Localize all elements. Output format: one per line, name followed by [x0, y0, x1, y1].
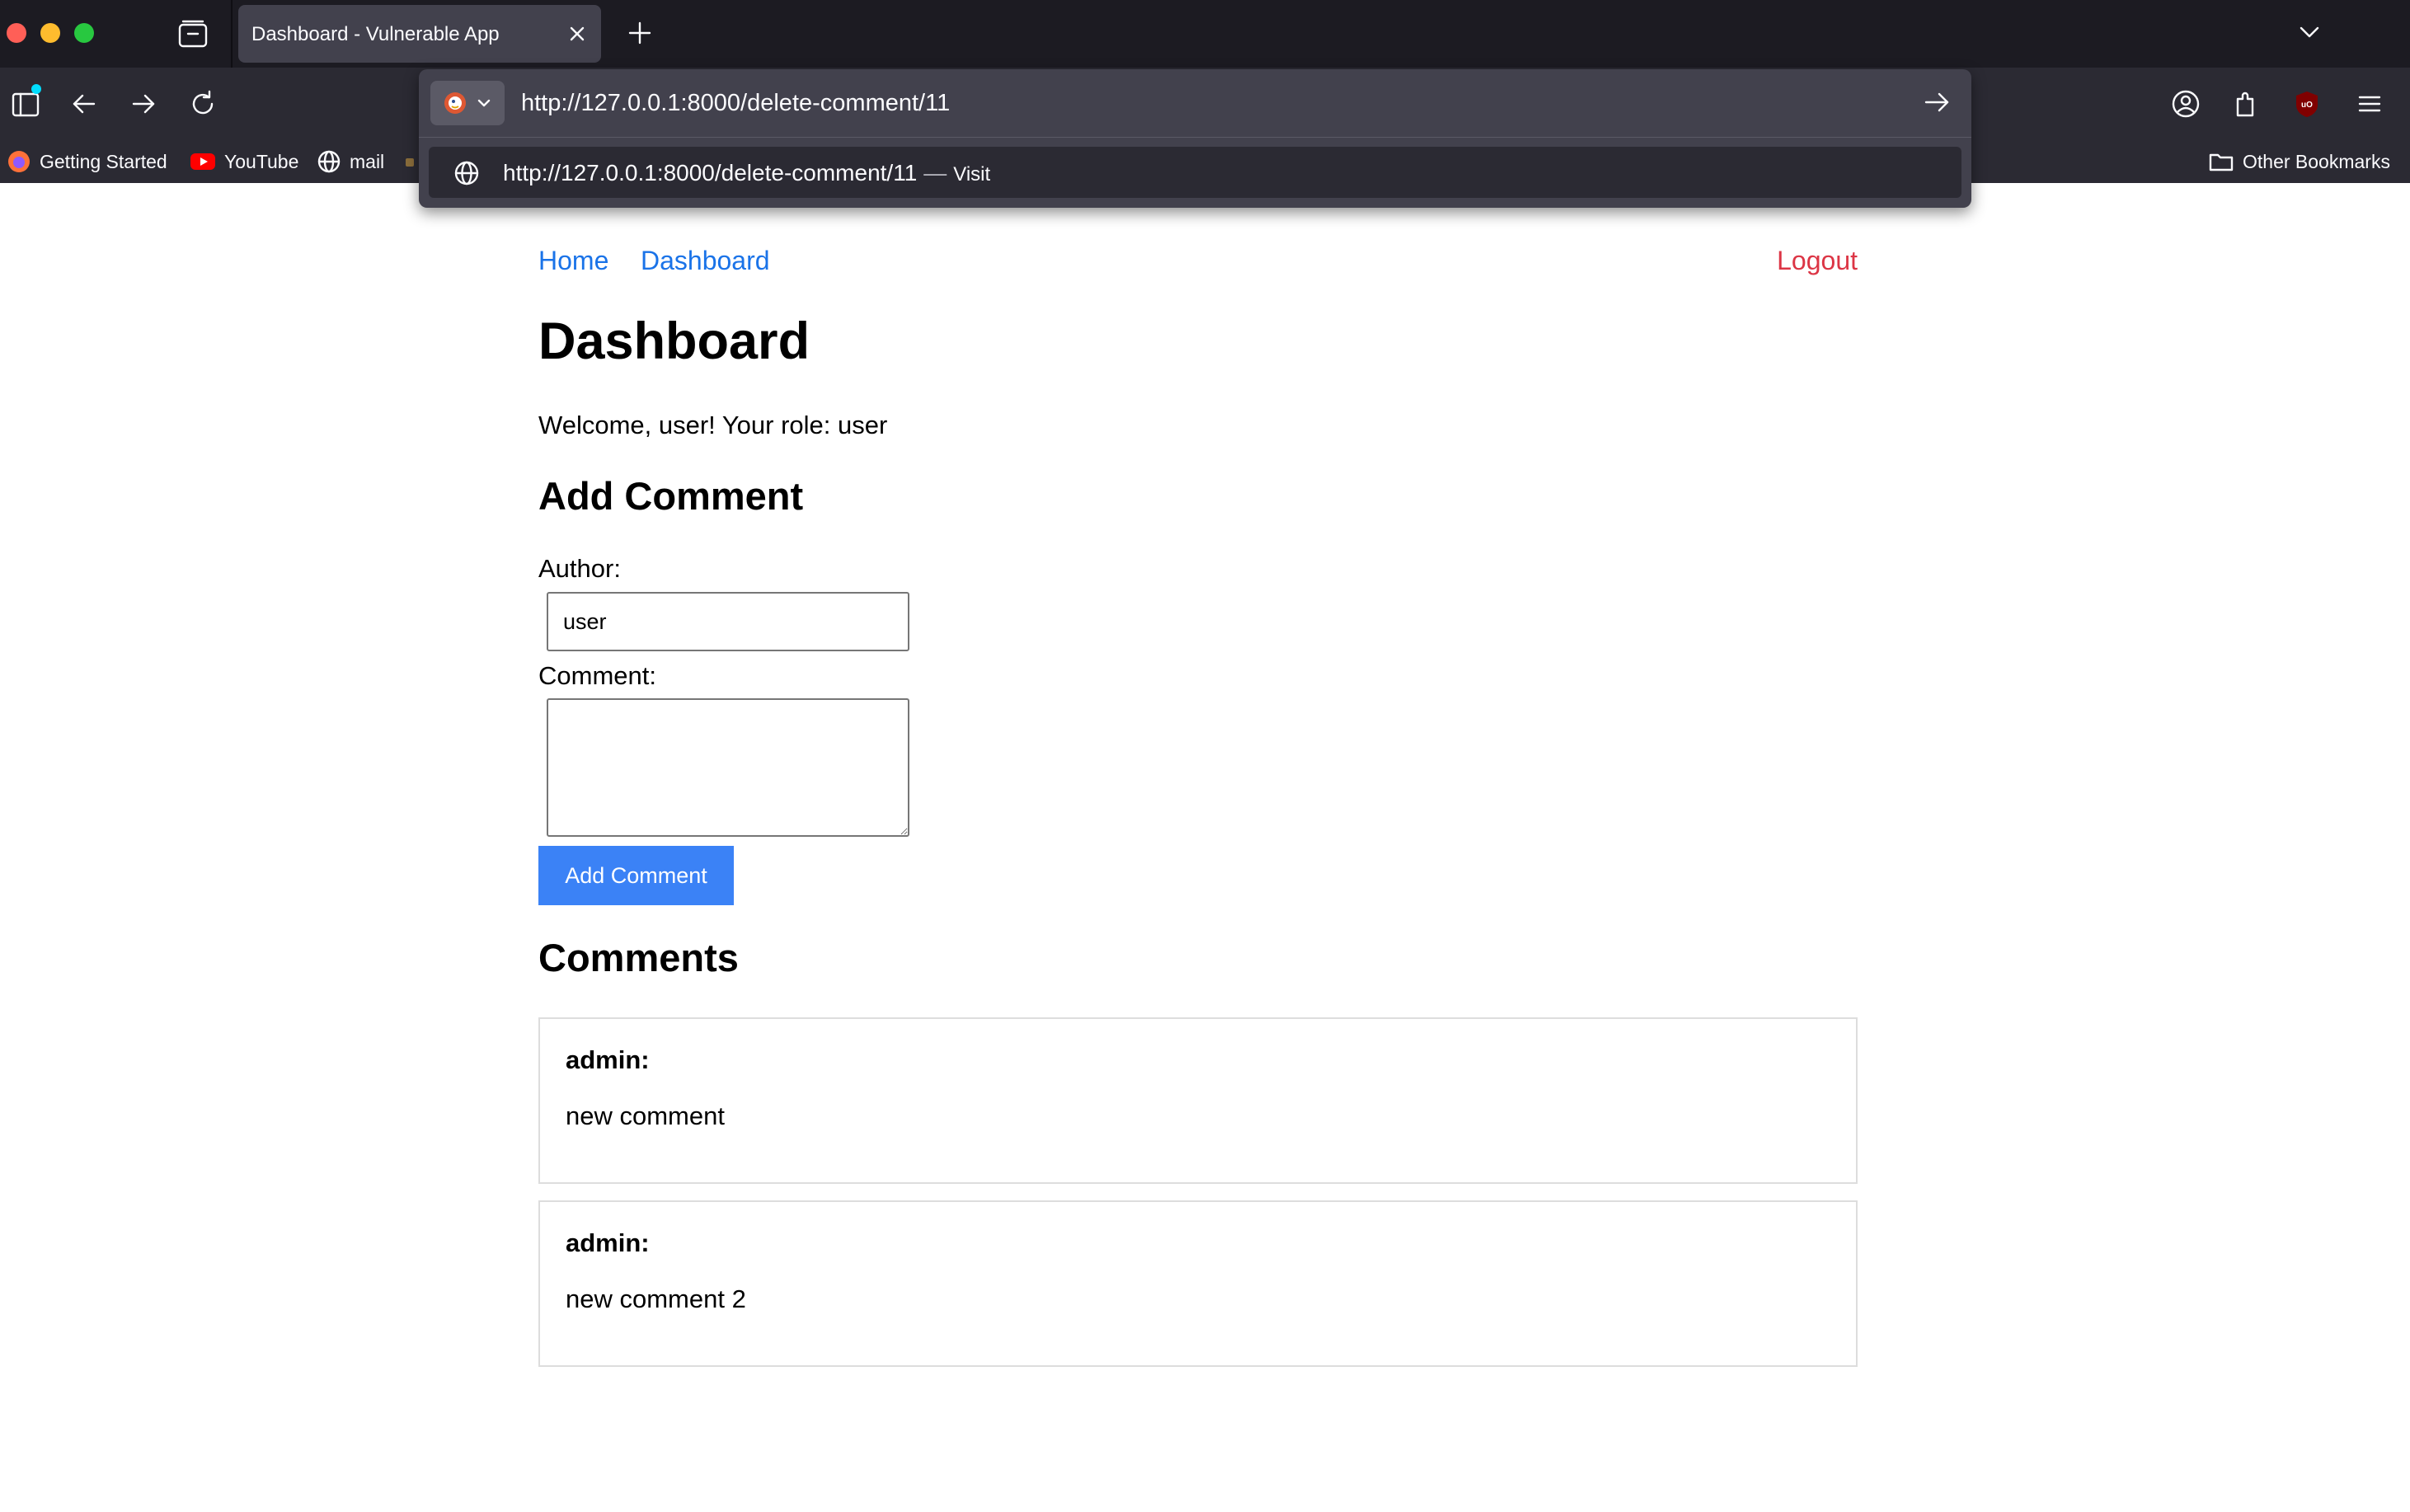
url-popup-divider — [419, 137, 1971, 138]
globe-icon — [317, 150, 341, 173]
comment-textarea[interactable] — [547, 698, 909, 837]
bookmark-favicon — [406, 158, 414, 167]
bookmark-label: Getting Started — [40, 150, 167, 172]
close-window-button[interactable] — [7, 23, 26, 43]
bookmark-mail[interactable]: mail — [317, 147, 384, 176]
close-icon[interactable] — [566, 23, 588, 45]
other-bookmarks-folder[interactable]: Other Bookmarks — [2208, 147, 2390, 176]
add-comment-heading: Add Comment — [538, 474, 804, 518]
globe-icon — [454, 161, 479, 185]
tab-active[interactable]: Dashboard - Vulnerable App — [238, 5, 601, 63]
bookmark-youtube[interactable]: YouTube — [190, 147, 298, 176]
logout-link[interactable]: Logout — [1777, 246, 1858, 276]
welcome-message: Welcome, user! Your role: user — [538, 411, 888, 439]
account-icon[interactable] — [2169, 87, 2202, 120]
back-arrow-icon[interactable] — [68, 87, 101, 120]
comments-heading: Comments — [538, 936, 739, 979]
firefox-icon — [8, 151, 30, 172]
url-input[interactable] — [514, 82, 1834, 124]
suggestion-separator: — — [923, 160, 947, 185]
hamburger-menu-icon[interactable] — [2353, 87, 2386, 120]
duckduckgo-icon — [444, 92, 466, 114]
site-nav: Home Dashboard Logout — [538, 246, 1858, 279]
extensions-puzzle-icon[interactable] — [2229, 87, 2262, 120]
nav-dashboard-link[interactable]: Dashboard — [641, 246, 770, 276]
zoom-window-button[interactable] — [74, 23, 94, 43]
minimize-window-button[interactable] — [40, 23, 60, 43]
suggestion-url: http://127.0.0.1:8000/delete-comment/11 — [503, 160, 918, 185]
comment-text: new comment — [566, 1101, 725, 1130]
chevron-down-icon — [477, 99, 491, 107]
suggestion-text: http://127.0.0.1:8000/delete-comment/11—… — [503, 160, 990, 186]
page-title: Dashboard — [538, 312, 810, 370]
tab-strip: Dashboard - Vulnerable App — [0, 0, 2410, 68]
bookmark-getting-started[interactable]: Getting Started — [7, 147, 167, 176]
nav-home-link[interactable]: Home — [538, 246, 608, 276]
tab-title: Dashboard - Vulnerable App — [251, 23, 500, 45]
search-engine-button[interactable] — [430, 81, 505, 125]
go-arrow-icon[interactable] — [1921, 86, 1954, 119]
comment-text: new comment 2 — [566, 1284, 746, 1313]
svg-text:uO: uO — [2301, 101, 2313, 110]
author-field[interactable] — [547, 592, 909, 651]
comment-card: admin: new comment — [538, 1017, 1858, 1184]
add-comment-button[interactable]: Add Comment — [538, 846, 734, 905]
sidebar-notification-dot — [31, 84, 41, 94]
bookmark-label: YouTube — [224, 150, 299, 172]
youtube-icon — [190, 153, 215, 170]
tab-manager-icon[interactable] — [176, 18, 209, 49]
tab-separator — [231, 0, 233, 68]
other-bookmarks-label: Other Bookmarks — [2243, 150, 2390, 172]
bookmark-label: mail — [350, 150, 385, 172]
folder-icon — [2209, 153, 2234, 171]
comment-author: admin: — [566, 1045, 650, 1074]
suggestion-action: Visit — [953, 163, 991, 185]
url-bar-popup: http://127.0.0.1:8000/delete-comment/11—… — [419, 69, 1971, 208]
comment-author: admin: — [566, 1228, 650, 1257]
url-suggestion-item[interactable]: http://127.0.0.1:8000/delete-comment/11—… — [429, 147, 1961, 198]
comment-label: Comment: — [538, 661, 656, 690]
ublock-shield-icon[interactable]: uO — [2290, 87, 2323, 120]
author-label: Author: — [538, 554, 621, 583]
chevron-down-icon[interactable] — [2297, 20, 2322, 45]
new-tab-icon[interactable] — [625, 18, 655, 48]
comment-card: admin: new comment 2 — [538, 1200, 1858, 1367]
reload-icon[interactable] — [186, 87, 219, 120]
forward-arrow-icon[interactable] — [127, 87, 160, 120]
